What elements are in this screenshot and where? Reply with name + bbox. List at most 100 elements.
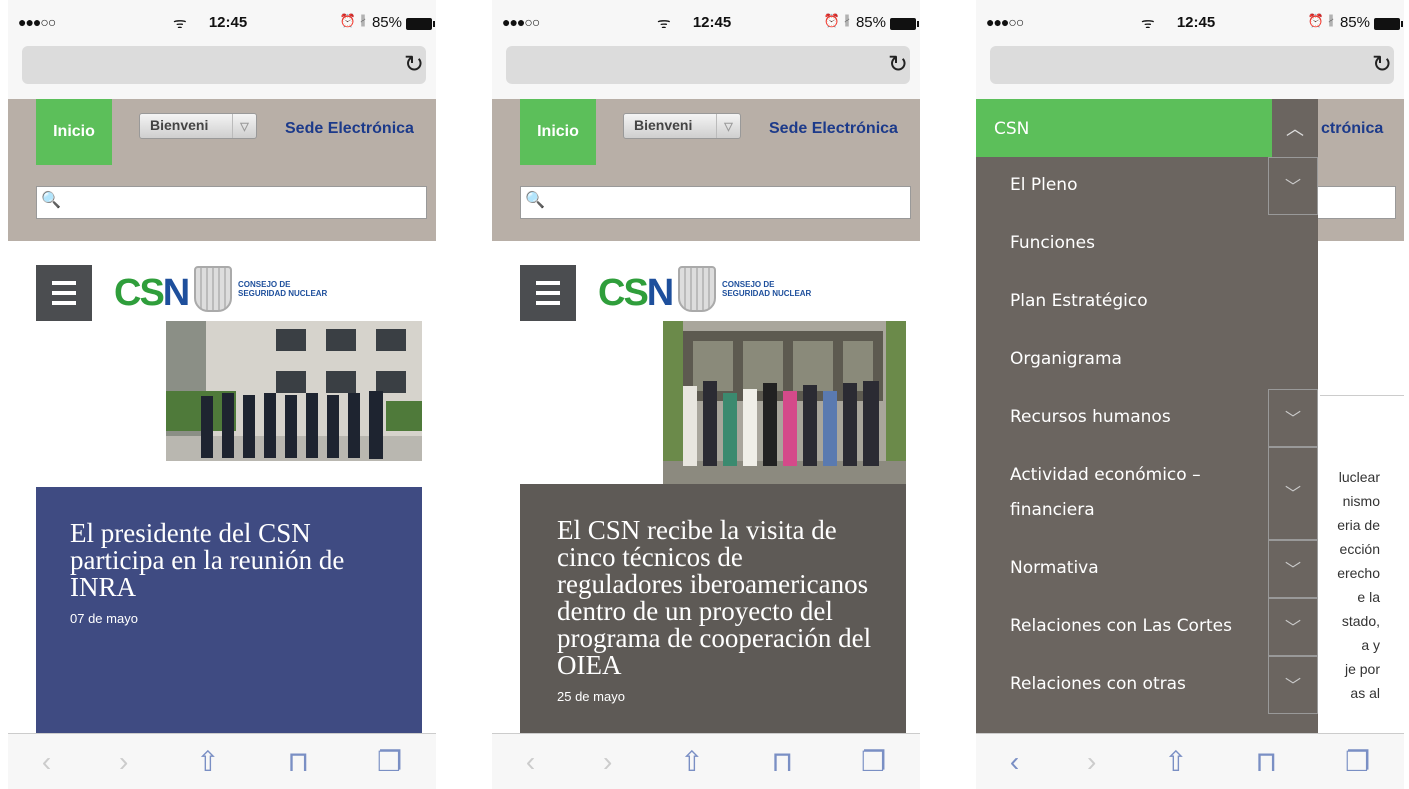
url-bar: ↻ (976, 46, 1404, 99)
menu-item-label: Organigrama (1010, 349, 1122, 369)
menu-item-label: Plan Estratégico (1010, 291, 1148, 311)
hamburger-menu-button[interactable] (36, 265, 92, 321)
bg-line: as al (1350, 685, 1380, 701)
csn-logo[interactable]: CSN CONSEJO DE SEGURIDAD NUCLEAR (598, 266, 838, 316)
menu-item-label: Actividad económico – financiera (1010, 465, 1201, 520)
logo-subtitle-2: SEGURIDAD NUCLEAR (722, 289, 812, 298)
hamburger-menu-button[interactable] (520, 265, 576, 321)
bg-line: eria de (1337, 517, 1380, 533)
tabs-icon[interactable]: ❐ (861, 745, 886, 778)
reload-icon[interactable]: ↻ (888, 50, 908, 79)
nav-drawer: CSN ︿ El Pleno ﹀ Funciones Plan Estratégic… (976, 99, 1318, 733)
back-icon[interactable]: ‹ (1010, 746, 1019, 778)
sede-electronica-link[interactable]: ctrónica (1321, 120, 1383, 138)
forward-icon[interactable]: › (1087, 746, 1096, 778)
menu-item-label: El Pleno (1010, 175, 1078, 195)
menu-item-normativa[interactable]: Normativa ﹀ (976, 540, 1318, 598)
url-bar: ↻ (492, 46, 920, 99)
share-icon[interactable]: ⇧ (196, 745, 219, 778)
chevron-down-icon[interactable]: ﹀ (1268, 157, 1318, 215)
menu-item-label: Relaciones con otras (1010, 674, 1186, 694)
back-icon[interactable]: ‹ (526, 746, 535, 778)
bookmarks-icon[interactable]: ⊓ (771, 745, 793, 778)
address-field[interactable] (990, 46, 1394, 84)
logo-text-n: N (162, 272, 190, 314)
phone-screen-2: ●●●○○ ᯤ 12:45 ⏰ ∦ 85% ↻ Inicio Bienveni ▽… (492, 0, 920, 789)
battery-level: 85% (1339, 14, 1370, 31)
logo-text-n: N (646, 272, 674, 314)
language-value: Bienveni (634, 117, 693, 133)
language-value: Bienveni (150, 117, 209, 133)
share-icon[interactable]: ⇧ (680, 745, 703, 778)
chevron-up-icon[interactable]: ︿ (1272, 99, 1318, 157)
coat-of-arms-icon (194, 266, 232, 312)
wifi-icon: ᯤ (657, 15, 671, 32)
csn-logo[interactable]: CSN CONSEJO DE SEGURIDAD NUCLEAR (114, 266, 354, 316)
forward-icon[interactable]: › (119, 746, 128, 778)
bg-line: je por (1344, 661, 1380, 677)
menu-item-relaciones-otras[interactable]: Relaciones con otras ﹀ (976, 656, 1318, 714)
menu-item-el-pleno[interactable]: El Pleno ﹀ (976, 157, 1318, 215)
status-bar: ●●●○○ ᯤ 12:45 ⏰ ∦ 85% (976, 0, 1404, 46)
menu-item-relaciones-cortes[interactable]: Relaciones con Las Cortes ﹀ (976, 598, 1318, 656)
menu-section-label: CSN (994, 119, 1030, 139)
share-icon[interactable]: ⇧ (1164, 745, 1187, 778)
menu-section-csn[interactable]: CSN ︿ (976, 99, 1318, 157)
bg-line: erecho (1337, 565, 1380, 581)
chevron-down-icon[interactable]: ﹀ (1268, 656, 1318, 714)
logo-subtitle-1: CONSEJO DE (238, 280, 291, 289)
tabs-icon[interactable]: ❐ (377, 745, 402, 778)
news-date: 07 de mayo (70, 611, 138, 626)
menu-item-plan-estrategico[interactable]: Plan Estratégico (976, 273, 1318, 331)
news-card[interactable]: El presidente del CSN participa en la re… (36, 487, 422, 733)
sede-electronica-link[interactable]: Sede Electrónica (769, 120, 898, 138)
chevron-down-icon[interactable]: ﹀ (1268, 447, 1318, 540)
menu-item-funciones[interactable]: Funciones (976, 215, 1318, 273)
menu-item-actividad-economico[interactable]: Actividad económico – financiera ﹀ (976, 447, 1318, 540)
bookmarks-icon[interactable]: ⊓ (1255, 745, 1277, 778)
site-header: Inicio Bienveni ▽ Sede Electrónica 🔍 (492, 99, 920, 241)
address-field[interactable] (506, 46, 910, 84)
news-card[interactable]: El CSN recibe la visita de cinco técnico… (520, 484, 906, 733)
status-bar: ●●●○○ ᯤ 12:45 ⏰ ∦ 85% (8, 0, 436, 46)
search-input[interactable] (1316, 186, 1396, 219)
sede-electronica-link[interactable]: Sede Electrónica (285, 120, 414, 138)
bookmarks-icon[interactable]: ⊓ (287, 745, 309, 778)
reload-icon[interactable]: ↻ (404, 50, 424, 79)
inicio-button[interactable]: Inicio (520, 99, 596, 165)
battery-icon (1374, 18, 1403, 30)
logo-text-cs: CS (114, 272, 165, 314)
language-select[interactable]: Bienveni ▽ (139, 113, 257, 139)
search-input[interactable]: 🔍 (36, 186, 427, 219)
battery-level: 85% (855, 14, 886, 31)
news-photo[interactable] (663, 321, 906, 484)
chevron-down-icon[interactable]: ﹀ (1268, 389, 1318, 447)
menu-item-recursos-humanos[interactable]: Recursos humanos ﹀ (976, 389, 1318, 447)
bg-line: stado, (1341, 613, 1380, 629)
alarm-icon: ⏰ (339, 13, 356, 28)
bg-line: ección (1339, 541, 1380, 557)
url-bar: ↻ (8, 46, 436, 99)
bg-line: e la (1357, 589, 1380, 605)
clock: 12:45 (1176, 14, 1216, 31)
logo-subtitle-1: CONSEJO DE (722, 280, 775, 289)
inicio-button[interactable]: Inicio (36, 99, 112, 165)
news-photo[interactable] (166, 321, 422, 461)
bg-line: luclear (1338, 469, 1380, 485)
forward-icon[interactable]: › (603, 746, 612, 778)
battery-icon (406, 18, 435, 30)
back-icon[interactable]: ‹ (42, 746, 51, 778)
language-select[interactable]: Bienveni ▽ (623, 113, 741, 139)
phone-screen-1: ●●●○○ ᯤ 12:45 ⏰ ∦ 85% ↻ Inicio Bienveni ▽… (8, 0, 436, 789)
address-field[interactable] (22, 46, 426, 84)
site-header: Inicio Bienveni ▽ Sede Electrónica 🔍 (8, 99, 436, 241)
bg-line: nismo (1342, 493, 1380, 509)
reload-icon[interactable]: ↻ (1372, 50, 1392, 79)
tabs-icon[interactable]: ❐ (1345, 745, 1370, 778)
safari-toolbar: ‹ › ⇧ ⊓ ❐ (8, 733, 436, 789)
chevron-down-icon[interactable]: ﹀ (1268, 540, 1318, 598)
menu-item-label: Funciones (1010, 233, 1095, 253)
menu-item-organigrama[interactable]: Organigrama (976, 331, 1318, 389)
search-input[interactable]: 🔍 (520, 186, 911, 219)
chevron-down-icon[interactable]: ﹀ (1268, 598, 1318, 656)
